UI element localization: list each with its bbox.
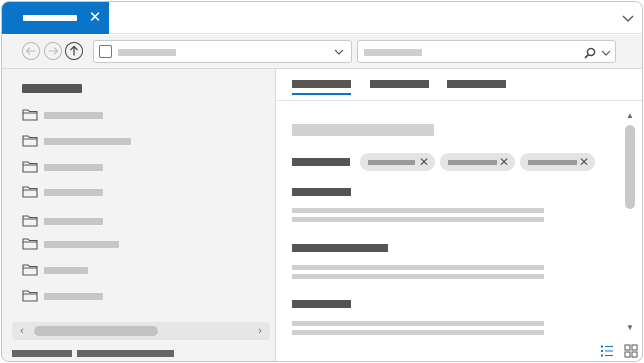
folder-label xyxy=(44,164,103,171)
folder-icon xyxy=(22,186,38,198)
details-tabs xyxy=(277,69,642,101)
search-input[interactable] xyxy=(357,40,616,63)
tab-details-3[interactable] xyxy=(447,80,506,88)
folder-label xyxy=(44,189,103,196)
folder-icon xyxy=(22,109,38,121)
section-heading xyxy=(292,244,388,252)
scroll-up-icon[interactable]: ▲ xyxy=(625,112,635,120)
section-line xyxy=(292,330,544,335)
filter-chip[interactable]: ✕ xyxy=(520,153,595,171)
folder-label xyxy=(44,267,88,274)
tab-active[interactable]: ✕ xyxy=(2,2,109,34)
scrollbar-thumb[interactable] xyxy=(625,125,635,209)
chevron-down-icon[interactable] xyxy=(620,10,636,26)
folder-label xyxy=(44,138,131,145)
filter-chip[interactable]: ✕ xyxy=(440,153,515,171)
details-title xyxy=(292,124,434,136)
active-tab-indicator xyxy=(292,93,351,95)
folder-icon xyxy=(22,290,38,302)
grid-view-icon[interactable] xyxy=(624,344,638,358)
filter-chip-label xyxy=(368,160,415,165)
close-icon[interactable]: ✕ xyxy=(86,9,104,27)
tab-strip: ✕ xyxy=(2,2,642,34)
scrollbar-thumb[interactable] xyxy=(34,326,158,336)
toolbar xyxy=(2,35,642,69)
scroll-down-icon[interactable]: ▼ xyxy=(625,324,635,332)
close-icon[interactable]: ✕ xyxy=(417,155,431,169)
status-selection xyxy=(77,350,174,357)
navigation-pane: ‹ › xyxy=(2,69,276,361)
folder-icon xyxy=(22,161,38,173)
details-pane: ✕ ✕ ✕ ▲ ▼ xyxy=(277,69,642,361)
filter-chip-label xyxy=(448,160,497,165)
search-placeholder xyxy=(364,49,422,56)
search-icon[interactable] xyxy=(583,46,597,60)
folder-icon xyxy=(22,238,38,250)
section-line xyxy=(292,208,544,213)
tab-details-1[interactable] xyxy=(292,80,351,88)
folder-icon xyxy=(22,135,38,147)
forward-arrow-icon[interactable] xyxy=(44,42,62,60)
filter-label xyxy=(292,158,350,166)
folder-item[interactable] xyxy=(20,235,260,255)
section-heading xyxy=(292,300,351,308)
folder-label xyxy=(44,112,103,119)
folder-item[interactable] xyxy=(20,287,260,307)
section-line xyxy=(292,274,544,279)
folder-item[interactable] xyxy=(20,106,260,126)
filter-chip[interactable]: ✕ xyxy=(360,153,435,171)
folder-item[interactable] xyxy=(20,212,260,232)
status-item-count xyxy=(12,350,72,357)
section-line xyxy=(292,265,544,270)
list-view-icon[interactable] xyxy=(600,344,614,358)
section-line xyxy=(292,321,544,326)
app-window: ✕ ‹ › ✕ ✕ ✕ ▲ ▼ xyxy=(1,1,643,362)
folder-item[interactable] xyxy=(20,261,260,281)
address-bar[interactable] xyxy=(93,40,352,63)
folder-icon xyxy=(22,264,38,276)
horizontal-scrollbar[interactable]: ‹ › xyxy=(12,322,270,340)
scroll-left-icon[interactable]: ‹ xyxy=(16,325,28,337)
nav-heading xyxy=(22,84,82,93)
folder-item[interactable] xyxy=(20,183,260,203)
folder-icon xyxy=(22,215,38,227)
folder-item[interactable] xyxy=(20,132,260,152)
chevron-down-icon[interactable] xyxy=(333,46,345,58)
close-icon[interactable]: ✕ xyxy=(497,155,511,169)
folder-item[interactable] xyxy=(20,158,260,178)
scroll-right-icon[interactable]: › xyxy=(254,325,266,337)
section-line xyxy=(292,217,544,222)
tab-title xyxy=(23,15,77,21)
vertical-scrollbar[interactable]: ▲ ▼ xyxy=(622,109,638,345)
up-arrow-icon[interactable] xyxy=(65,42,83,60)
location-icon xyxy=(99,45,112,58)
section-heading xyxy=(292,188,351,196)
tab-details-2[interactable] xyxy=(370,80,429,88)
close-icon[interactable]: ✕ xyxy=(577,155,591,169)
address-value xyxy=(118,49,176,56)
folder-label xyxy=(44,218,103,225)
filter-chip-label xyxy=(528,160,577,165)
folder-label xyxy=(44,293,103,300)
back-arrow-icon[interactable] xyxy=(22,42,40,60)
chevron-down-icon[interactable] xyxy=(600,47,612,59)
folder-label xyxy=(44,241,119,248)
